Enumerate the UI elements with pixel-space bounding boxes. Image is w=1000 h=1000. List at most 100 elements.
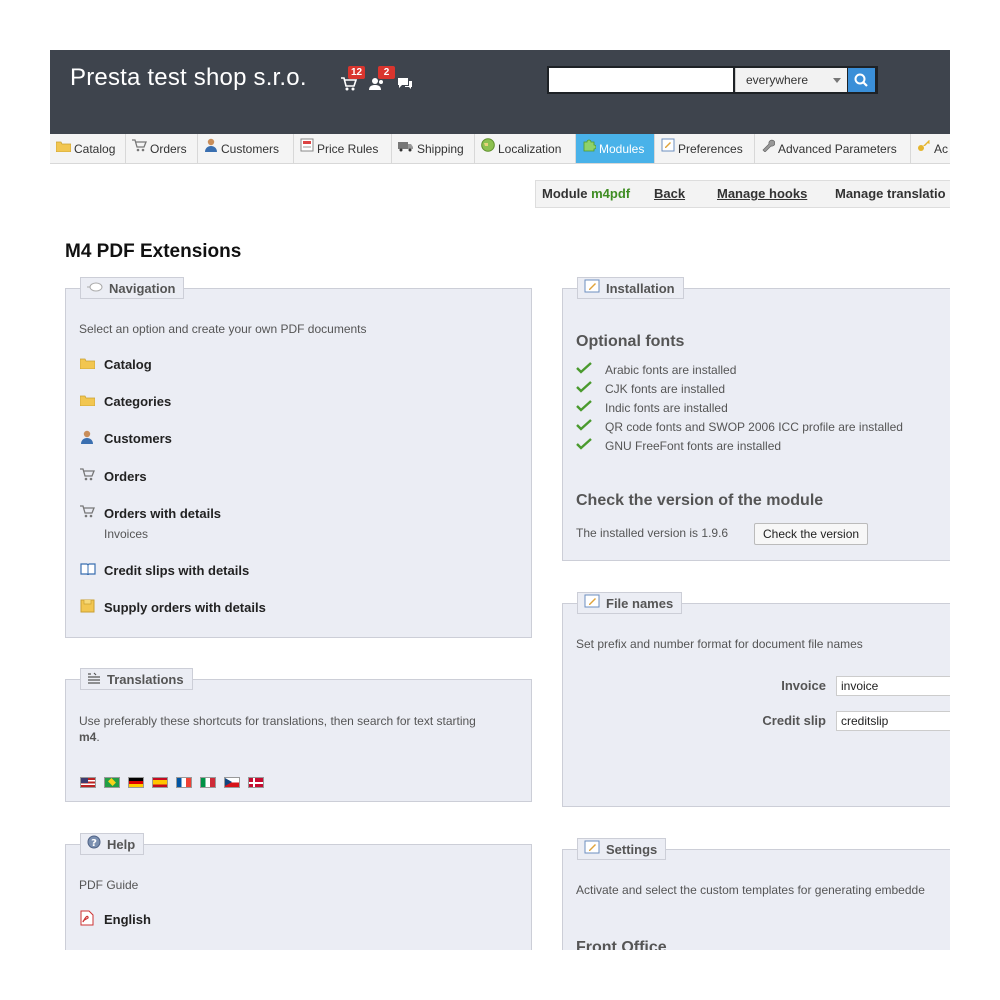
cart-icon — [80, 505, 96, 521]
search-scope-value: everywhere — [746, 73, 809, 87]
installation-panel: Installation Optional fonts Arabic fonts… — [562, 277, 950, 561]
customers-notification[interactable]: 2 — [368, 66, 395, 96]
invoice-prefix-input[interactable]: invoice — [836, 676, 950, 696]
checkmark-icon — [576, 437, 592, 453]
tab-price-rules[interactable]: Price Rules — [294, 134, 392, 163]
navigation-panel: Navigation Select an option and create y… — [65, 277, 532, 638]
user-icon — [204, 134, 218, 163]
font-status-cjk: CJK fonts are installed — [576, 380, 725, 396]
settings-legend: Settings — [577, 838, 667, 860]
orders-notification[interactable]: 12 — [340, 66, 366, 96]
form-icon — [584, 593, 600, 614]
font-status-qr: QR code fonts and SWOP 2006 ICC profile … — [576, 418, 903, 434]
cart-icon — [80, 468, 96, 484]
shop-name[interactable]: Presta test shop s.r.o. — [70, 64, 307, 92]
translations-keyword: m4 — [79, 730, 97, 744]
browser-frame: Presta test shop s.r.o. 12 2 everywhere — [50, 50, 950, 950]
credit-slip-prefix-input[interactable]: creditslip — [836, 711, 950, 731]
flag-cz-icon[interactable] — [224, 777, 240, 788]
page-title: M4 PDF Extensions — [65, 241, 242, 262]
nav-sublabel-invoices: Invoices — [104, 527, 149, 541]
wrench-icon — [761, 134, 776, 163]
cart-icon — [132, 134, 147, 163]
navigation-intro: Select an option and create your own PDF… — [79, 322, 367, 336]
tab-preferences[interactable]: Preferences — [655, 134, 755, 163]
flag-dk-icon[interactable] — [248, 777, 264, 788]
help-legend: ? Help — [80, 833, 145, 855]
help-icon: ? — [87, 834, 101, 855]
user-icon — [80, 430, 96, 447]
checkmark-icon — [576, 361, 592, 377]
file-names-panel: File names Set prefix and number format … — [562, 592, 950, 807]
back-link[interactable]: Back — [654, 186, 685, 201]
flag-es-icon[interactable] — [152, 777, 168, 788]
nav-link-customers[interactable]: Customers — [80, 430, 172, 447]
search-bar: everywhere — [547, 66, 878, 94]
chat-bubble-icon — [398, 78, 412, 89]
settings-intro: Activate and select the custom templates… — [576, 883, 925, 897]
search-icon — [854, 73, 868, 87]
tab-shipping[interactable]: Shipping — [392, 134, 475, 163]
mouse-icon — [87, 278, 103, 299]
nav-link-supply-orders[interactable]: Supply orders with details — [80, 598, 266, 616]
messages-notification[interactable] — [396, 76, 416, 96]
font-status-indic: Indic fonts are installed — [576, 399, 728, 415]
font-status-arabic: Arabic fonts are installed — [576, 361, 736, 377]
text-document-icon — [87, 669, 101, 690]
installation-legend: Installation — [577, 277, 684, 299]
checkmark-icon — [576, 380, 592, 396]
module-name: m4pdf — [591, 186, 631, 201]
check-version-button[interactable]: Check the version — [754, 523, 869, 545]
tab-customers[interactable]: Customers — [198, 134, 294, 163]
admin-header: Presta test shop s.r.o. 12 2 everywhere — [50, 50, 950, 134]
translations-legend: Translations — [80, 668, 193, 690]
tab-administration[interactable]: Ac — [911, 134, 950, 163]
manage-translations-link[interactable]: Manage translatio — [835, 186, 946, 201]
help-english-link[interactable]: English — [80, 910, 151, 929]
optional-fonts-title: Optional fonts — [576, 333, 685, 350]
chevron-down-icon — [833, 78, 841, 83]
tab-localization[interactable]: Localization — [475, 134, 576, 163]
folder-icon — [79, 394, 96, 409]
file-names-intro: Set prefix and number format for documen… — [576, 637, 863, 651]
form-icon — [584, 839, 600, 860]
help-guide-label: PDF Guide — [79, 878, 139, 892]
tab-modules[interactable]: Modules — [576, 134, 655, 163]
form-icon — [584, 278, 600, 299]
search-scope-select[interactable]: everywhere — [735, 68, 847, 92]
flag-br-icon[interactable] — [104, 777, 120, 788]
box-icon — [80, 598, 96, 616]
book-icon — [80, 562, 96, 578]
nav-link-orders[interactable]: Orders — [80, 468, 147, 484]
folder-icon — [79, 357, 96, 372]
translations-panel: Translations Use preferably these shortc… — [65, 668, 532, 802]
manage-hooks-link[interactable]: Manage hooks — [717, 186, 807, 201]
globe-icon — [481, 134, 495, 163]
flag-fr-icon[interactable] — [176, 777, 192, 788]
folder-icon — [55, 134, 72, 163]
flag-us-icon[interactable] — [80, 777, 96, 788]
installed-version-text: The installed version is 1.9.6 — [576, 526, 729, 540]
nav-link-categories[interactable]: Categories — [79, 394, 171, 409]
flag-de-icon[interactable] — [128, 777, 144, 788]
settings-panel: Settings Activate and select the custom … — [562, 838, 950, 950]
search-input[interactable] — [549, 68, 733, 92]
nav-link-orders-with-details[interactable]: Orders with details — [80, 505, 221, 521]
main-menu: Catalog Orders Customers Price Rules Shi… — [50, 134, 950, 164]
nav-link-credit-slips[interactable]: Credit slips with details — [80, 562, 249, 578]
tab-advanced-parameters[interactable]: Advanced Parameters — [755, 134, 911, 163]
tab-catalog[interactable]: Catalog — [50, 134, 126, 163]
search-button[interactable] — [848, 68, 875, 92]
pdf-icon — [80, 910, 96, 929]
customers-badge: 2 — [378, 66, 395, 79]
flag-it-icon[interactable] — [200, 777, 216, 788]
form-icon — [661, 134, 675, 163]
navigation-legend: Navigation — [80, 277, 185, 299]
checkmark-icon — [576, 418, 592, 434]
invoice-label: Invoice — [781, 678, 826, 693]
tab-orders[interactable]: Orders — [126, 134, 198, 163]
nav-link-catalog[interactable]: Catalog — [79, 357, 152, 372]
file-names-legend: File names — [577, 592, 683, 614]
truck-icon — [398, 134, 414, 163]
credit-slip-label: Credit slip — [762, 713, 826, 728]
